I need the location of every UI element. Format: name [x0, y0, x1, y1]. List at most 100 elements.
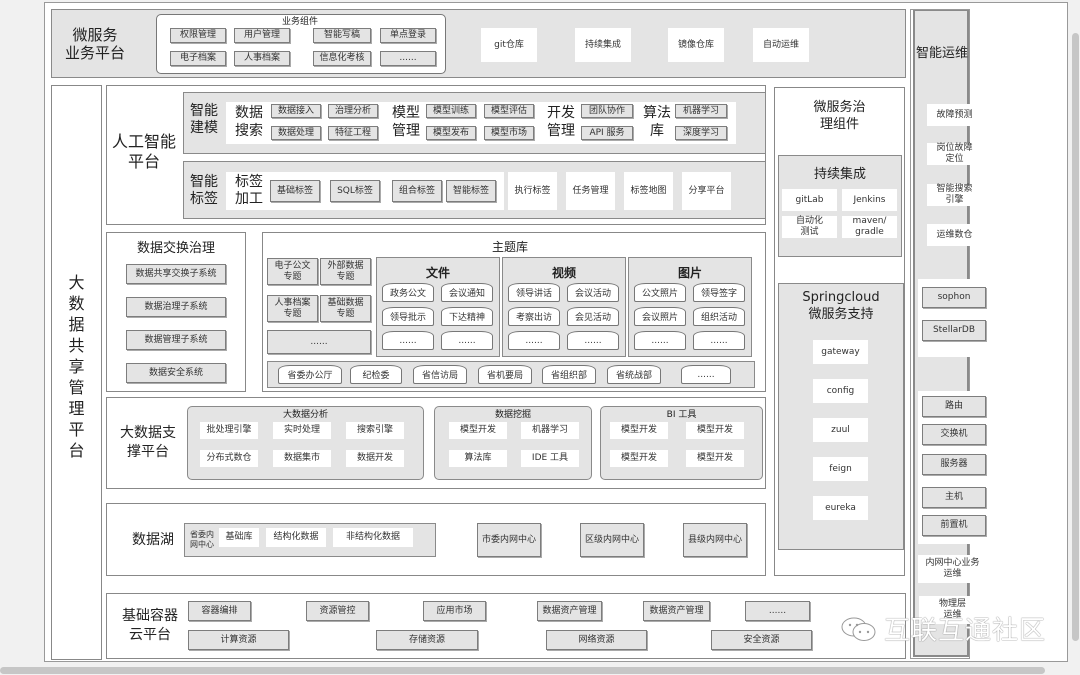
springcloud-component[interactable]: feign: [813, 457, 868, 481]
hardware-item[interactable]: 前置机: [922, 515, 986, 536]
modeling-item[interactable]: 数据处理: [271, 126, 321, 140]
label-extra[interactable]: 任务管理: [566, 172, 615, 210]
modeling-item[interactable]: 机器学习: [675, 104, 727, 118]
intranet-center[interactable]: 县级内网中心: [683, 523, 747, 557]
analysis-item[interactable]: 分布式数仓: [200, 450, 258, 467]
topic-category-item[interactable]: ......: [693, 331, 745, 350]
business-component[interactable]: 电子档案: [170, 51, 226, 66]
container-item[interactable]: 容器编排: [188, 601, 251, 621]
container-item[interactable]: 数据资产管理: [643, 601, 710, 621]
topic-item[interactable]: 基础数据 专题: [320, 295, 371, 322]
modeling-item[interactable]: 模型发布: [426, 126, 476, 140]
analysis-item[interactable]: 实时处理: [273, 422, 331, 439]
province-data-item[interactable]: 非结构化数据: [333, 528, 413, 547]
intranet-ops[interactable]: 内网中心业务 运维: [918, 555, 987, 583]
topic-category-item[interactable]: ......: [634, 331, 686, 350]
topic-category-item[interactable]: 领导批示: [382, 307, 434, 326]
business-component[interactable]: 单点登录: [380, 28, 436, 43]
hardware-item[interactable]: 主机: [922, 487, 986, 508]
analysis-item[interactable]: 批处理引擎: [200, 422, 258, 439]
hardware-item[interactable]: 服务器: [922, 454, 986, 475]
vertical-scrollbar[interactable]: [1072, 33, 1079, 641]
modeling-item[interactable]: 数据接入: [271, 104, 321, 118]
mining-item[interactable]: 机器学习: [521, 422, 579, 439]
label-item[interactable]: 基础标签: [270, 180, 320, 202]
topic-category-item[interactable]: 政务公文: [382, 283, 434, 302]
topic-category-item[interactable]: ......: [508, 331, 560, 350]
ops-item[interactable]: 智能搜索 引擎: [927, 184, 982, 206]
bi-item[interactable]: 模型开发: [610, 422, 668, 439]
topic-item[interactable]: ......: [267, 330, 371, 354]
analysis-item[interactable]: 数据开发: [346, 450, 404, 467]
province-data-item[interactable]: 结构化数据: [266, 528, 326, 547]
topic-category-item[interactable]: 下达精神: [441, 307, 493, 326]
business-component[interactable]: 权限管理: [170, 28, 226, 43]
modeling-item[interactable]: 模型训练: [426, 104, 476, 118]
label-extra[interactable]: 执行标签: [508, 172, 557, 210]
mining-item[interactable]: IDE 工具: [521, 450, 579, 467]
topic-category-item[interactable]: 公文照片: [634, 283, 686, 302]
intranet-center[interactable]: 市委内网中心: [477, 523, 541, 557]
ops-item[interactable]: 运维数仓: [927, 224, 982, 246]
modeling-item[interactable]: 团队协作: [581, 104, 633, 118]
label-extra[interactable]: 标签地图: [624, 172, 673, 210]
analysis-item[interactable]: 数据集市: [273, 450, 331, 467]
modeling-item[interactable]: 模型市场: [484, 126, 534, 140]
business-component[interactable]: 智能写稿: [313, 28, 371, 43]
department-item[interactable]: 纪检委: [350, 365, 402, 384]
label-extra[interactable]: 分享平台: [682, 172, 731, 210]
department-item[interactable]: 省信访局: [413, 365, 467, 384]
ci-tool[interactable]: 自动化 测试: [782, 216, 837, 238]
bi-item[interactable]: 模型开发: [610, 450, 668, 467]
topic-category-item[interactable]: 领导讲话: [508, 283, 560, 302]
department-item[interactable]: ......: [681, 365, 731, 384]
ci-tool[interactable]: maven/ gradle: [842, 216, 897, 238]
springcloud-component[interactable]: gateway: [813, 340, 868, 364]
data-exchange-item[interactable]: 数据管理子系统: [126, 330, 226, 350]
ops-item[interactable]: 故障预测: [927, 104, 982, 126]
business-component[interactable]: ......: [380, 51, 436, 66]
topic-category-item[interactable]: 考察出访: [508, 307, 560, 326]
department-item[interactable]: 省机要局: [478, 365, 532, 384]
modeling-item[interactable]: API 服务: [581, 126, 633, 140]
topic-item[interactable]: 电子公文 专题: [267, 258, 318, 285]
platform-tool[interactable]: 镜像仓库: [668, 28, 724, 62]
platform-tool[interactable]: 自动运维: [753, 28, 809, 62]
modeling-item[interactable]: 深度学习: [675, 126, 727, 140]
topic-category-item[interactable]: 组织活动: [693, 307, 745, 326]
hardware-item[interactable]: 交换机: [922, 424, 986, 445]
topic-category-item[interactable]: 会见活动: [567, 307, 619, 326]
topic-category-item[interactable]: 会议照片: [634, 307, 686, 326]
topic-category-item[interactable]: 领导签字: [693, 283, 745, 302]
horizontal-scrollbar[interactable]: [0, 667, 1045, 674]
topic-category-item[interactable]: 会议通知: [441, 283, 493, 302]
label-item[interactable]: SQL标签: [330, 180, 380, 202]
topic-category-item[interactable]: ......: [382, 331, 434, 350]
topic-category-item[interactable]: 会议活动: [567, 283, 619, 302]
data-exchange-item[interactable]: 数据安全系统: [126, 363, 226, 383]
topic-category-item[interactable]: ......: [441, 331, 493, 350]
platform-tool[interactable]: 持续集成: [575, 28, 631, 62]
department-item[interactable]: 省委办公厅: [278, 365, 342, 384]
modeling-item[interactable]: 特征工程: [328, 126, 378, 140]
label-item[interactable]: 智能标签: [446, 180, 496, 202]
business-component[interactable]: 信息化考核: [313, 51, 371, 66]
hardware-item[interactable]: 路由: [922, 396, 986, 417]
ops-item[interactable]: 岗位故障 定位: [927, 143, 982, 165]
data-exchange-item[interactable]: 数据共享交换子系统: [126, 264, 226, 284]
business-component[interactable]: 人事档案: [234, 51, 290, 66]
topic-item[interactable]: 外部数据 专题: [320, 258, 371, 285]
resource-item[interactable]: 网络资源: [546, 630, 647, 650]
label-item[interactable]: 组合标签: [392, 180, 442, 202]
topic-category-item[interactable]: ......: [567, 331, 619, 350]
container-item[interactable]: ......: [745, 601, 810, 621]
department-item[interactable]: 省统战部: [607, 365, 661, 384]
database-item[interactable]: StellarDB: [922, 320, 986, 341]
platform-tool[interactable]: git仓库: [481, 28, 537, 62]
department-item[interactable]: 省组织部: [542, 365, 596, 384]
mining-item[interactable]: 模型开发: [449, 422, 507, 439]
resource-item[interactable]: 存储资源: [376, 630, 478, 650]
ci-tool[interactable]: gitLab: [782, 189, 837, 211]
modeling-item[interactable]: 治理分析: [328, 104, 378, 118]
container-item[interactable]: 应用市场: [423, 601, 486, 621]
